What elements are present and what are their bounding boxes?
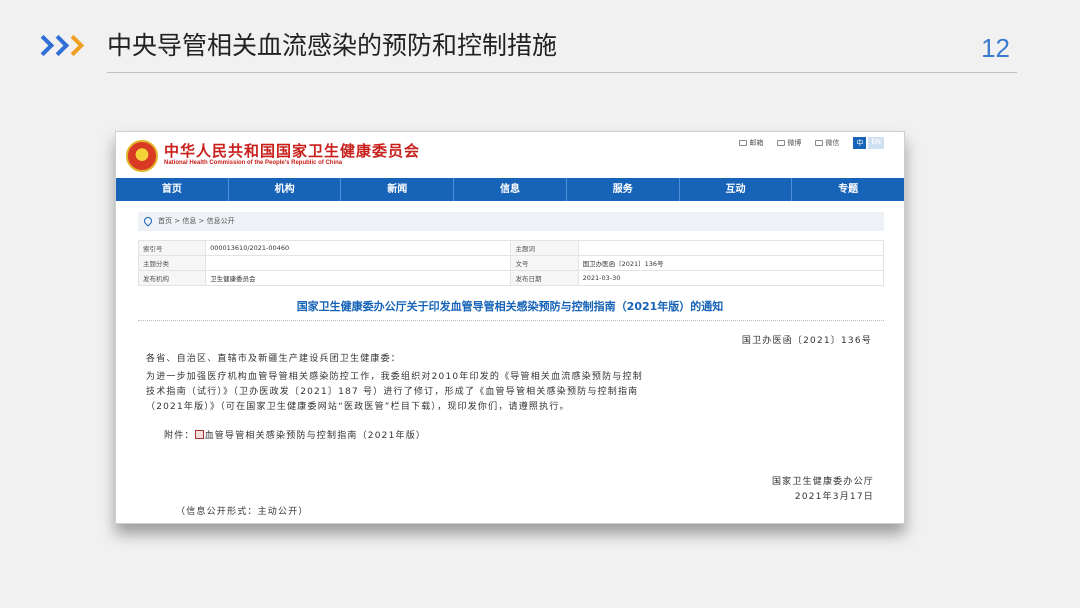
meta-value: 2021-03-30 <box>577 270 885 286</box>
lang-cn-button[interactable]: 中 <box>853 137 867 149</box>
meta-label: 发布机构 <box>137 270 207 286</box>
meta-label: 索引号 <box>137 240 207 256</box>
paragraph-line: （2021年版）》（可在国家卫生健康委网站“医政医管”栏目下载），现印发你们，请… <box>146 402 570 412</box>
chevron-arrows-icon <box>38 34 83 56</box>
attachment-file-icon <box>194 430 204 439</box>
meta-label: 主题分类 <box>137 255 207 271</box>
publicity-form: （信息公开形式：主动公开） <box>176 507 309 517</box>
nav-item-topics[interactable]: 专题 <box>792 178 904 201</box>
wechat-icon <box>815 140 824 146</box>
site-name[interactable]: 中华人民共和国国家卫生健康委员会 <box>164 140 420 161</box>
salutation: 各省、自治区、直辖市及新疆生产建设兵团卫生健康委： <box>146 354 402 364</box>
wechat-link[interactable]: 微信 <box>815 138 839 148</box>
attachment-label: 附件： <box>164 431 195 441</box>
nav-item-interaction[interactable]: 互动 <box>680 178 793 201</box>
paragraph-line: 技术指南（试行）》（卫办医政发〔2021〕187 号）进行了修订，形成了《血管导… <box>146 387 639 397</box>
page-number: 12 <box>981 33 1010 63</box>
meta-value <box>205 255 512 271</box>
attachment-link[interactable]: 血管导管相关感染预防与控制指南（2021年版） <box>205 431 427 441</box>
lang-en-button[interactable]: EN <box>868 137 884 149</box>
signer: 国家卫生健康委办公厅 <box>771 477 874 487</box>
main-nav: 首页 机构 新闻 信息 服务 互动 专题 <box>116 178 904 201</box>
nav-item-news[interactable]: 新闻 <box>341 178 455 201</box>
divider <box>138 320 884 321</box>
document-meta-table: 索引号 000013610/2021-00460 主题词 主题分类 文号 国卫办… <box>137 240 885 286</box>
meta-value <box>577 240 885 256</box>
sign-date: 2021年3月17日 <box>794 492 874 502</box>
site-header: 中华人民共和国国家卫生健康委员会 National Health Commiss… <box>116 132 904 178</box>
breadcrumb: 首页 > 信息 > 信息公开 <box>138 212 884 231</box>
slide-title: 中央导管相关血流感染的预防和控制措施 <box>107 31 558 60</box>
nav-item-organization[interactable]: 机构 <box>229 178 342 201</box>
top-tools: 邮箱 微博 微信 中 EN <box>739 137 884 149</box>
breadcrumb-text[interactable]: 首页 > 信息 > 信息公开 <box>158 217 235 225</box>
site-name-english: National Health Commission of the People… <box>164 160 343 166</box>
nav-item-information[interactable]: 信息 <box>454 178 567 201</box>
chevron-right-icon <box>68 34 80 56</box>
document-title: 国家卫生健康委办公厅关于印发血管导管相关感染预防与控制指南（2021年版）的通知 <box>296 300 724 313</box>
weibo-icon <box>777 140 786 146</box>
national-emblem-icon <box>126 140 158 172</box>
website-screenshot: 中华人民共和国国家卫生健康委员会 National Health Commiss… <box>115 131 905 524</box>
document-number: 国卫办医函〔2021〕136号 <box>741 336 872 346</box>
meta-label: 发布日期 <box>510 270 579 286</box>
language-switch: 中 EN <box>853 137 884 149</box>
nav-item-home[interactable]: 首页 <box>116 178 229 201</box>
nav-item-services[interactable]: 服务 <box>567 178 680 201</box>
title-divider <box>107 72 1017 73</box>
meta-label: 主题词 <box>510 240 579 256</box>
mail-icon <box>739 140 748 146</box>
meta-value: 国卫办医函〔2021〕136号 <box>577 255 885 271</box>
attachment-row: 附件： 血管导管相关感染预防与控制指南（2021年版） <box>164 428 426 441</box>
meta-value: 卫生健康委员会 <box>205 270 512 286</box>
meta-label: 文号 <box>510 255 579 271</box>
mailbox-link[interactable]: 邮箱 <box>739 138 763 148</box>
location-pin-icon <box>142 215 154 227</box>
paragraph-line: 为进一步加强医疗机构血管导管相关感染防控工作，我委组织对2010年印发的《导管相… <box>146 372 643 382</box>
weibo-link[interactable]: 微博 <box>777 138 801 148</box>
meta-value: 000013610/2021-00460 <box>205 240 512 256</box>
